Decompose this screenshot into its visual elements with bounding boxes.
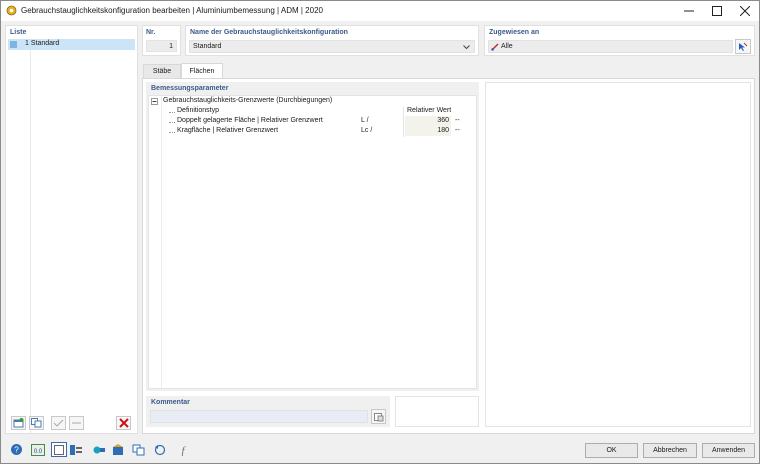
reset-button[interactable] xyxy=(152,442,168,457)
maximize-icon xyxy=(712,6,722,16)
list-divider xyxy=(30,50,31,433)
assigned-field: Alle xyxy=(488,40,733,53)
preview-panel xyxy=(485,82,751,427)
apply-button[interactable]: Anwenden xyxy=(702,443,755,458)
comment-input[interactable] xyxy=(150,410,368,423)
close-button[interactable] xyxy=(731,1,759,21)
window-title: Gebrauchstauglichkeitskonfiguration bear… xyxy=(21,6,323,15)
maximize-button[interactable] xyxy=(703,1,731,21)
svg-text:f: f xyxy=(182,446,186,456)
svg-text:0.0: 0.0 xyxy=(34,449,43,455)
formula-icon: f xyxy=(182,446,186,456)
assigned-value: Alle xyxy=(501,43,513,50)
check-icon xyxy=(53,419,64,427)
nr-field[interactable]: 1 xyxy=(146,40,177,52)
params-header: Bemessungsparameter xyxy=(151,85,229,92)
cancel-button[interactable]: Abbrechen xyxy=(643,443,697,458)
structure-button[interactable] xyxy=(110,442,126,457)
edit-text-icon xyxy=(373,412,383,421)
render-icon xyxy=(93,446,105,453)
tree-group-label: Gebrauchstauglichkeits-Grenzwerte (Durch… xyxy=(163,97,333,104)
ok-button[interactable]: OK xyxy=(585,443,638,458)
copy-view-icon xyxy=(132,444,145,455)
param-label: Kragfläche | Relativer Grenzwert xyxy=(177,127,279,134)
copy-view-button[interactable] xyxy=(131,442,147,457)
delete-button[interactable] xyxy=(116,416,131,430)
param-value-cell[interactable]: 180 xyxy=(405,126,451,136)
copy-item-button[interactable] xyxy=(29,416,44,430)
tab-staebe[interactable]: Stäbe xyxy=(143,64,181,78)
column-divider xyxy=(403,107,404,137)
param-unit: -- xyxy=(455,127,460,134)
list-header: Liste xyxy=(10,29,27,36)
tree-group-row[interactable]: Gebrauchstauglichkeits-Grenzwerte (Durch… xyxy=(149,97,476,107)
name-select[interactable]: Standard xyxy=(189,40,475,53)
params-tree: Gebrauchstauglichkeits-Grenzwerte (Durch… xyxy=(148,95,477,389)
svg-text:?: ? xyxy=(14,446,19,455)
delete-icon xyxy=(118,418,129,428)
param-value: 180 xyxy=(437,127,449,134)
formula-button[interactable]: f xyxy=(175,442,191,457)
units-button[interactable]: 0.0 xyxy=(30,442,46,457)
list-panel: Liste xyxy=(5,25,138,434)
tree-row[interactable]: Kragfläche | Relativer Grenzwert Lc / 18… xyxy=(149,126,476,137)
structure-icon xyxy=(113,443,123,455)
cursor-select-icon xyxy=(739,42,748,51)
units-icon: 0.0 xyxy=(31,443,45,456)
select-objects-button[interactable] xyxy=(735,39,751,54)
tree-connector xyxy=(169,132,175,133)
help-button[interactable]: ? xyxy=(8,442,24,457)
list-item[interactable]: 1 Standard xyxy=(8,39,135,50)
member-icon xyxy=(491,43,499,51)
title-bar: Gebrauchstauglichkeitskonfiguration bear… xyxy=(1,1,759,21)
dialog-window: Gebrauchstauglichkeitskonfiguration bear… xyxy=(0,0,760,464)
comment-header: Kommentar xyxy=(151,399,190,406)
square-icon xyxy=(54,444,64,455)
uncheck-button[interactable] xyxy=(69,416,84,430)
uncheck-icon xyxy=(72,422,81,424)
list-item-color-swatch xyxy=(10,41,17,48)
name-select-value: Standard xyxy=(193,43,222,50)
tree-left-column xyxy=(161,96,162,388)
table-icon xyxy=(70,444,82,455)
close-icon xyxy=(740,6,750,16)
help-icon: ? xyxy=(10,444,22,455)
param-value: Relativer Wert xyxy=(407,107,452,114)
param-symbol: L / xyxy=(361,117,369,124)
minimize-icon xyxy=(684,10,694,12)
render-button[interactable] xyxy=(91,442,107,457)
param-label: Definitionstyp xyxy=(177,107,220,114)
new-icon xyxy=(13,418,24,428)
chevron-down-icon xyxy=(463,45,470,50)
tree-connector xyxy=(169,122,175,123)
assigned-header: Zugewiesen an xyxy=(489,29,540,36)
minimize-button[interactable] xyxy=(675,1,703,21)
comment-side-panel xyxy=(395,396,479,427)
tab-flaechen[interactable]: Flächen xyxy=(181,63,223,79)
new-item-button[interactable] xyxy=(11,416,26,430)
table-view-button[interactable] xyxy=(68,442,84,457)
view-toggle-button[interactable] xyxy=(51,442,67,457)
param-symbol: Lc / xyxy=(361,127,373,134)
param-unit: -- xyxy=(455,117,460,124)
check-button[interactable] xyxy=(51,416,66,430)
app-icon xyxy=(6,5,17,16)
param-value: 360 xyxy=(437,117,449,124)
reset-icon xyxy=(154,444,166,455)
collapse-icon[interactable] xyxy=(151,98,158,105)
param-value-cell[interactable]: 360 xyxy=(405,116,451,126)
name-header: Name der Gebrauchstauglichkeitskonfigura… xyxy=(190,29,348,36)
list-item-label: 1 Standard xyxy=(25,40,60,47)
param-label: Doppelt gelagerte Fläche | Relativer Gre… xyxy=(177,117,323,124)
nr-header: Nr. xyxy=(146,29,156,36)
tree-connector xyxy=(169,112,175,113)
comment-edit-button[interactable] xyxy=(371,409,386,424)
copy-icon xyxy=(31,418,42,428)
